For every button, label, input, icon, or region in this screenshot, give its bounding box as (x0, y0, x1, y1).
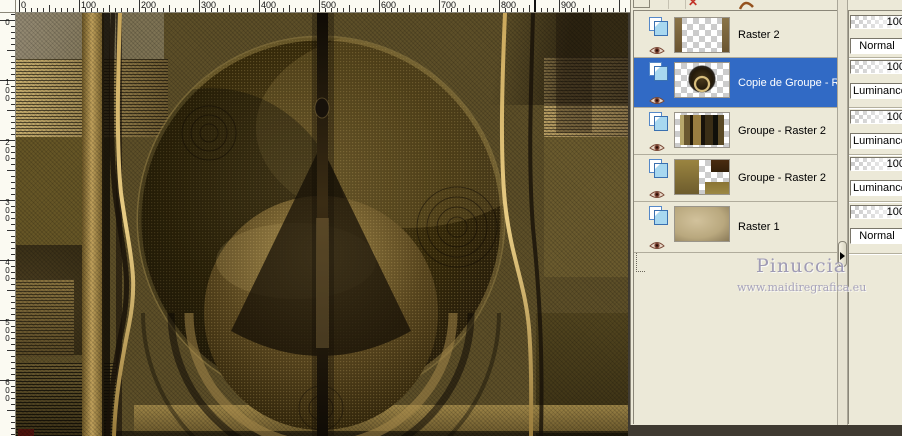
layer-name: Raster 1 (738, 221, 780, 233)
layer-name: Raster 2 (738, 29, 780, 41)
blend-mode-dropdown[interactable]: Luminance (H (850, 133, 902, 149)
opacity-slider[interactable]: 100 (850, 205, 902, 219)
image-canvas[interactable] (16, 13, 628, 436)
blend-mode-dropdown[interactable]: Normal (850, 38, 902, 54)
ruler-label: 100 (3, 78, 12, 102)
layer-name: Copie de Groupe - Raster 2 (738, 76, 837, 89)
layer-row-raster2[interactable]: Raster 2 (634, 13, 837, 58)
visibility-eye-icon[interactable] (649, 43, 665, 54)
palette-toolbar-button[interactable] (633, 0, 650, 8)
layer-thumbnail[interactable] (674, 62, 730, 98)
workspace-bottom-strip (630, 425, 902, 436)
ruler-label: 500 (3, 318, 12, 342)
ruler-label: 300 (201, 0, 217, 10)
layers-list: Raster 2 Copie de Groupe - Raster 2 Grou… (633, 10, 837, 424)
layers-palette: ✕ Raster 2 Copie de Groupe - Raster 2 (630, 0, 902, 425)
layer-name: Groupe - Raster 2 (738, 172, 827, 184)
brush-swirl-icon[interactable] (739, 0, 755, 10)
pane-splitter[interactable] (837, 0, 848, 425)
layer-thumbnail[interactable] (674, 206, 730, 242)
delete-layer-icon[interactable]: ✕ (688, 0, 698, 8)
blend-mode-dropdown[interactable]: Luminance (H (850, 180, 902, 196)
layer-row-raster1[interactable]: Raster 1 (634, 202, 837, 253)
visibility-eye-icon[interactable] (649, 140, 665, 151)
ruler-label: 800 (501, 0, 517, 10)
pane-separator (849, 107, 902, 109)
toolbar-separator (668, 0, 669, 9)
layer-thumbnail[interactable] (674, 17, 730, 53)
artwork-vector (102, 13, 544, 436)
raster-layer-icon (649, 112, 669, 131)
opacity-slider[interactable]: 100 (850, 60, 902, 74)
ruler-vertical[interactable]: 0 100 200 300 400 500 600 (0, 13, 16, 436)
raster-layer-icon (649, 62, 669, 81)
layer-name: Groupe - Raster 2 (738, 125, 827, 137)
visibility-eye-icon[interactable] (649, 187, 665, 198)
opacity-slider[interactable]: 100 (850, 110, 902, 124)
pane-separator (849, 201, 902, 203)
opacity-slider[interactable]: 100 (850, 15, 902, 29)
ruler-label: 600 (3, 378, 12, 402)
layer-row-copie-de-groupe[interactable]: Copie de Groupe - Raster 2 (634, 58, 837, 108)
ruler-label: 400 (261, 0, 277, 10)
ruler-horizontal[interactable]: 0 100 200 300 400 500 600 700 800 900 (16, 0, 630, 13)
watermark-title: Pinuccia (756, 255, 847, 277)
ruler-label: 700 (441, 0, 457, 10)
raster-layer-icon (649, 159, 669, 178)
ruler-label: 500 (321, 0, 337, 10)
ruler-cursor-marker (534, 0, 536, 12)
blend-mode-dropdown[interactable]: Normal (850, 228, 902, 244)
ruler-minor-ticks (11, 13, 15, 436)
blend-mode-pane: 100 Normal 100 Luminance (H 100 Luminanc… (848, 10, 902, 424)
opacity-slider[interactable]: 100 (850, 157, 902, 171)
pane-separator (849, 57, 902, 59)
layer-row-groupe-raster2-b[interactable]: Groupe - Raster 2 (634, 155, 837, 202)
ruler-label: 600 (381, 0, 397, 10)
ruler-label: 0 (21, 0, 27, 10)
visibility-eye-icon[interactable] (649, 238, 665, 249)
ruler-label: 100 (81, 0, 97, 10)
ruler-label: 0 (3, 18, 12, 26)
watermark-url: www.maidiregrafica.eu (737, 281, 867, 294)
raster-layer-icon (649, 17, 669, 36)
ruler-label: 200 (3, 138, 12, 162)
toolbar-separator (685, 0, 686, 9)
ruler-corner (0, 0, 16, 13)
pane-separator (849, 253, 902, 255)
layer-thumbnail[interactable] (674, 159, 730, 195)
layer-thumbnail[interactable] (674, 112, 730, 148)
ruler-label: 400 (3, 258, 12, 282)
layer-row-groupe-raster2-a[interactable]: Groupe - Raster 2 (634, 108, 837, 155)
visibility-eye-icon[interactable] (649, 93, 665, 104)
raster-layer-icon (649, 206, 669, 225)
blend-mode-dropdown[interactable]: Luminance (H (850, 83, 902, 99)
ruler-label: 300 (3, 198, 12, 222)
ruler-label: 200 (141, 0, 157, 10)
ruler-label: 900 (561, 0, 577, 10)
pane-separator (849, 154, 902, 156)
